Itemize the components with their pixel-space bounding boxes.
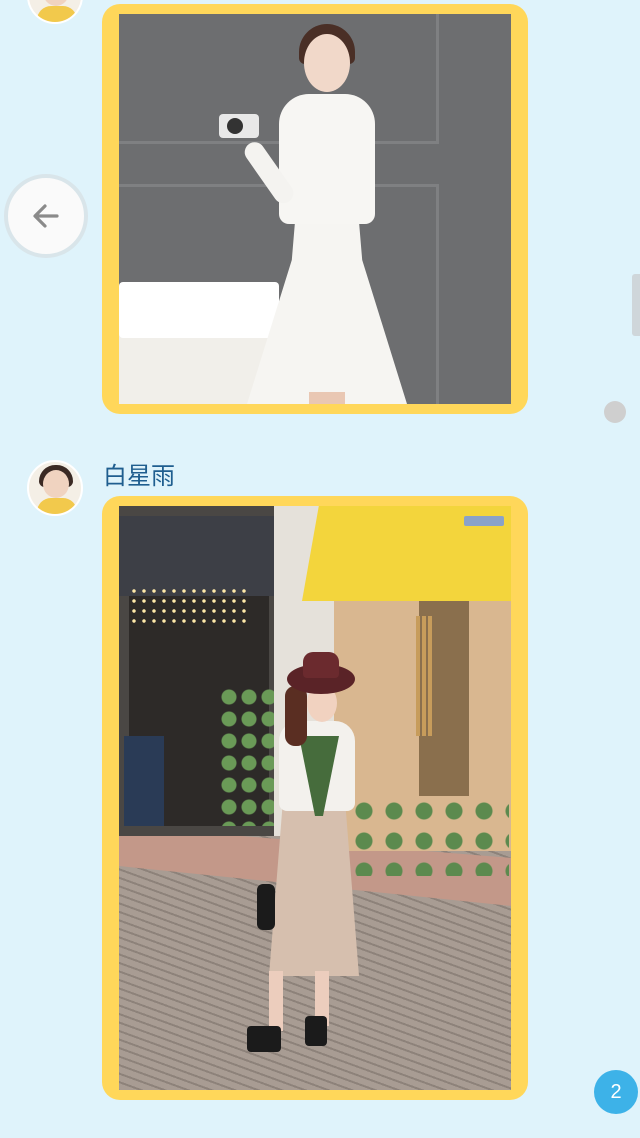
wide-pants xyxy=(269,806,359,976)
shop-window xyxy=(419,596,469,796)
message-photo[interactable] xyxy=(119,506,511,1090)
string-lights xyxy=(129,586,249,626)
avatar-face xyxy=(43,470,69,498)
arrow-left-icon xyxy=(33,204,59,228)
table-top xyxy=(119,282,279,338)
menu-board xyxy=(124,736,164,826)
model-head xyxy=(304,34,350,92)
model-legs xyxy=(309,392,345,404)
grey-awning xyxy=(119,516,284,596)
unread-count-badge[interactable]: 2 xyxy=(594,1070,638,1114)
model-hair xyxy=(285,686,307,746)
shoe xyxy=(247,1026,281,1052)
handbag xyxy=(257,884,275,930)
awning-logo xyxy=(464,516,504,526)
sender-name: 白星雨 xyxy=(103,462,175,490)
status-dot xyxy=(604,401,626,423)
scrollbar-handle[interactable] xyxy=(632,274,640,336)
image-message-bubble[interactable] xyxy=(102,4,528,414)
message-photo[interactable] xyxy=(119,14,511,404)
model-leg xyxy=(269,971,283,1031)
avatar[interactable] xyxy=(27,0,83,24)
dress-torso xyxy=(279,94,375,224)
avatar-shirt xyxy=(37,498,77,514)
back-button[interactable] xyxy=(4,174,88,258)
avatar-shirt xyxy=(37,6,77,22)
avatar[interactable] xyxy=(27,460,83,516)
hat-crown xyxy=(303,652,339,678)
plant-pots xyxy=(349,796,509,876)
camera xyxy=(219,114,259,138)
shoe xyxy=(305,1016,327,1046)
wind-chime xyxy=(416,616,420,736)
potted-plant xyxy=(219,686,279,826)
image-message-bubble[interactable] xyxy=(102,496,528,1100)
